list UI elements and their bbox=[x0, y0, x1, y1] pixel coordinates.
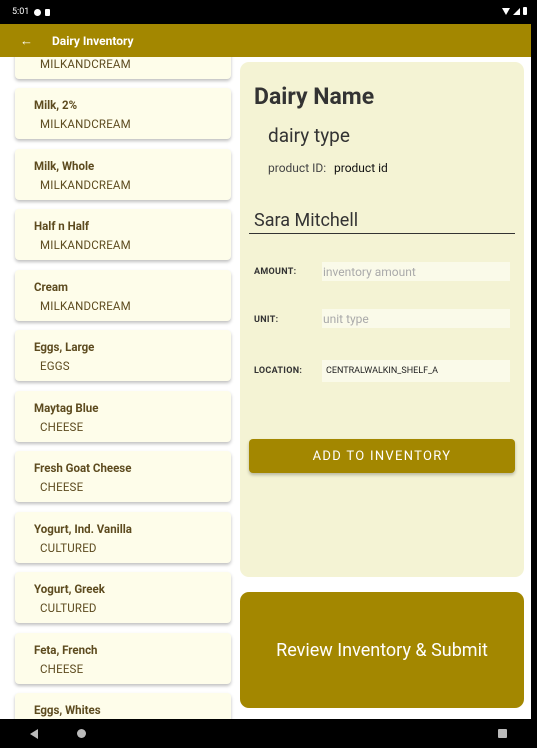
list-item[interactable]: Cream MILKANDCREAM bbox=[15, 270, 231, 321]
app-title: Dairy Inventory bbox=[52, 33, 134, 48]
status-bar: 5:01 bbox=[0, 0, 537, 24]
item-name: Yogurt, Ind. Vanilla bbox=[34, 522, 132, 536]
list-item[interactable]: Milk, 2% MILKANDCREAM bbox=[15, 88, 231, 139]
list-item[interactable]: Yogurt, Greek CULTURED bbox=[15, 572, 231, 623]
item-type: CHEESE bbox=[40, 480, 84, 494]
item-type: MILKANDCREAM bbox=[40, 117, 131, 131]
product-id-value: product id bbox=[334, 161, 388, 175]
item-type: CULTURED bbox=[40, 541, 97, 555]
review-inventory-submit-button[interactable]: Review Inventory & Submit bbox=[240, 592, 524, 708]
item-type: CULTURED bbox=[40, 601, 97, 615]
item-name: Maytag Blue bbox=[34, 401, 99, 415]
item-type: MILKANDCREAM bbox=[40, 238, 131, 252]
item-name: Milk, Whole bbox=[34, 159, 95, 173]
nav-home-icon[interactable] bbox=[77, 729, 86, 738]
amount-label: AMOUNT: bbox=[254, 267, 297, 277]
product-id-label: product ID: bbox=[268, 161, 327, 175]
list-item[interactable]: MILKANDCREAM bbox=[15, 57, 231, 79]
dairy-item-list[interactable]: MILKANDCREAM Milk, 2% MILKANDCREAM Milk,… bbox=[10, 57, 235, 719]
item-type: CHEESE bbox=[40, 420, 84, 434]
item-type: MILKANDCREAM bbox=[40, 57, 131, 71]
item-detail-panel: Dairy Name dairy type product ID: produc… bbox=[240, 62, 524, 577]
back-arrow-icon[interactable]: ← bbox=[20, 33, 36, 49]
list-item[interactable]: Yogurt, Ind. Vanilla CULTURED bbox=[15, 512, 231, 563]
unit-input[interactable] bbox=[322, 309, 510, 328]
navigation-bar bbox=[0, 719, 537, 748]
unit-label: UNIT: bbox=[254, 315, 279, 325]
user-name: Sara Mitchell bbox=[254, 210, 359, 231]
user-underline bbox=[249, 233, 515, 234]
item-name: Milk, 2% bbox=[34, 98, 78, 112]
item-name: Yogurt, Greek bbox=[34, 582, 105, 596]
nav-back-icon[interactable] bbox=[30, 729, 38, 739]
battery-icon bbox=[523, 7, 527, 15]
add-to-inventory-button[interactable]: ADD TO INVENTORY bbox=[249, 439, 515, 473]
dairy-name: Dairy Name bbox=[254, 83, 375, 110]
app-bar: ← Dairy Inventory bbox=[0, 24, 531, 57]
status-time: 5:01 bbox=[12, 7, 30, 17]
list-item[interactable]: Eggs, Whites bbox=[15, 693, 231, 719]
item-name: Eggs, Large bbox=[34, 340, 95, 354]
list-item[interactable]: Half n Half MILKANDCREAM bbox=[15, 209, 231, 260]
item-name: Half n Half bbox=[34, 219, 90, 233]
signal-icon bbox=[513, 7, 520, 15]
location-label: LOCATION: bbox=[254, 366, 303, 376]
list-item[interactable]: Eggs, Large EGGS bbox=[15, 330, 231, 381]
item-type: MILKANDCREAM bbox=[40, 178, 131, 192]
list-item[interactable]: Feta, French CHEESE bbox=[15, 633, 231, 684]
item-name: Feta, French bbox=[34, 643, 98, 657]
item-type: EGGS bbox=[40, 359, 70, 373]
amount-input[interactable] bbox=[322, 262, 510, 281]
wifi-icon bbox=[502, 7, 510, 15]
list-item[interactable]: Maytag Blue CHEESE bbox=[15, 391, 231, 442]
item-type: MILKANDCREAM bbox=[40, 299, 131, 313]
item-type: CHEESE bbox=[40, 662, 84, 676]
item-name: Fresh Goat Cheese bbox=[34, 461, 132, 475]
sd-card-icon bbox=[45, 8, 51, 16]
item-name: Eggs, Whites bbox=[34, 703, 101, 717]
list-item[interactable]: Fresh Goat Cheese CHEESE bbox=[15, 451, 231, 502]
item-name: Cream bbox=[34, 280, 68, 294]
dairy-type: dairy type bbox=[268, 124, 350, 147]
list-item[interactable]: Milk, Whole MILKANDCREAM bbox=[15, 149, 231, 200]
location-field[interactable] bbox=[322, 360, 510, 382]
nav-recents-icon[interactable] bbox=[498, 729, 507, 738]
media-icon bbox=[34, 8, 42, 16]
window-edge bbox=[531, 24, 537, 748]
